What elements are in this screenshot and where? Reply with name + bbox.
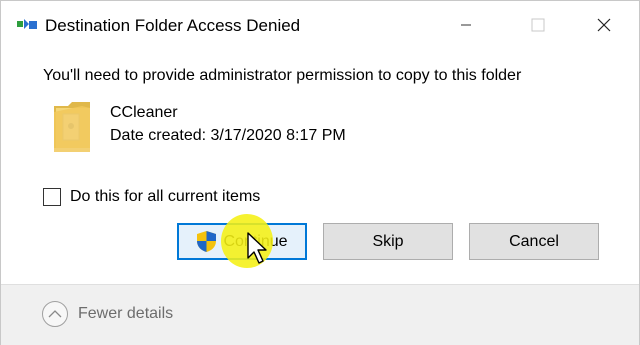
continue-button-label: Continue xyxy=(223,232,288,250)
skip-button-label: Skip xyxy=(372,232,404,250)
close-icon xyxy=(597,18,611,32)
all-items-checkbox-label[interactable]: Do this for all current items xyxy=(70,188,260,206)
maximize-icon xyxy=(531,18,545,32)
item-name: CCleaner xyxy=(110,104,178,121)
item-date-created: Date created: 3/17/2020 8:17 PM xyxy=(110,127,346,144)
folder-icon xyxy=(54,102,90,152)
all-items-checkbox[interactable] xyxy=(43,188,61,206)
minimize-icon xyxy=(461,24,471,26)
maximize-button[interactable] xyxy=(515,1,561,49)
fewer-details-toggle[interactable]: Fewer details xyxy=(42,301,173,327)
skip-button[interactable]: Skip xyxy=(323,223,453,260)
window-title: Destination Folder Access Denied xyxy=(45,16,301,35)
copy-transfer-icon xyxy=(17,19,37,29)
all-items-checkbox-row[interactable]: Do this for all current items xyxy=(43,188,260,206)
close-button[interactable] xyxy=(581,1,627,49)
minimize-button[interactable] xyxy=(443,1,489,49)
cancel-button[interactable]: Cancel xyxy=(469,223,599,260)
permission-message: You'll need to provide administrator per… xyxy=(43,67,522,84)
cancel-button-label: Cancel xyxy=(509,232,559,250)
chevron-up-icon xyxy=(42,301,68,327)
continue-button[interactable]: Continue xyxy=(177,223,307,260)
fewer-details-label: Fewer details xyxy=(78,305,174,322)
title-bar[interactable]: Destination Folder Access Denied xyxy=(1,1,639,49)
uac-shield-icon xyxy=(197,231,217,252)
dialog-window: Destination Folder Access Denied You'll … xyxy=(0,0,640,345)
